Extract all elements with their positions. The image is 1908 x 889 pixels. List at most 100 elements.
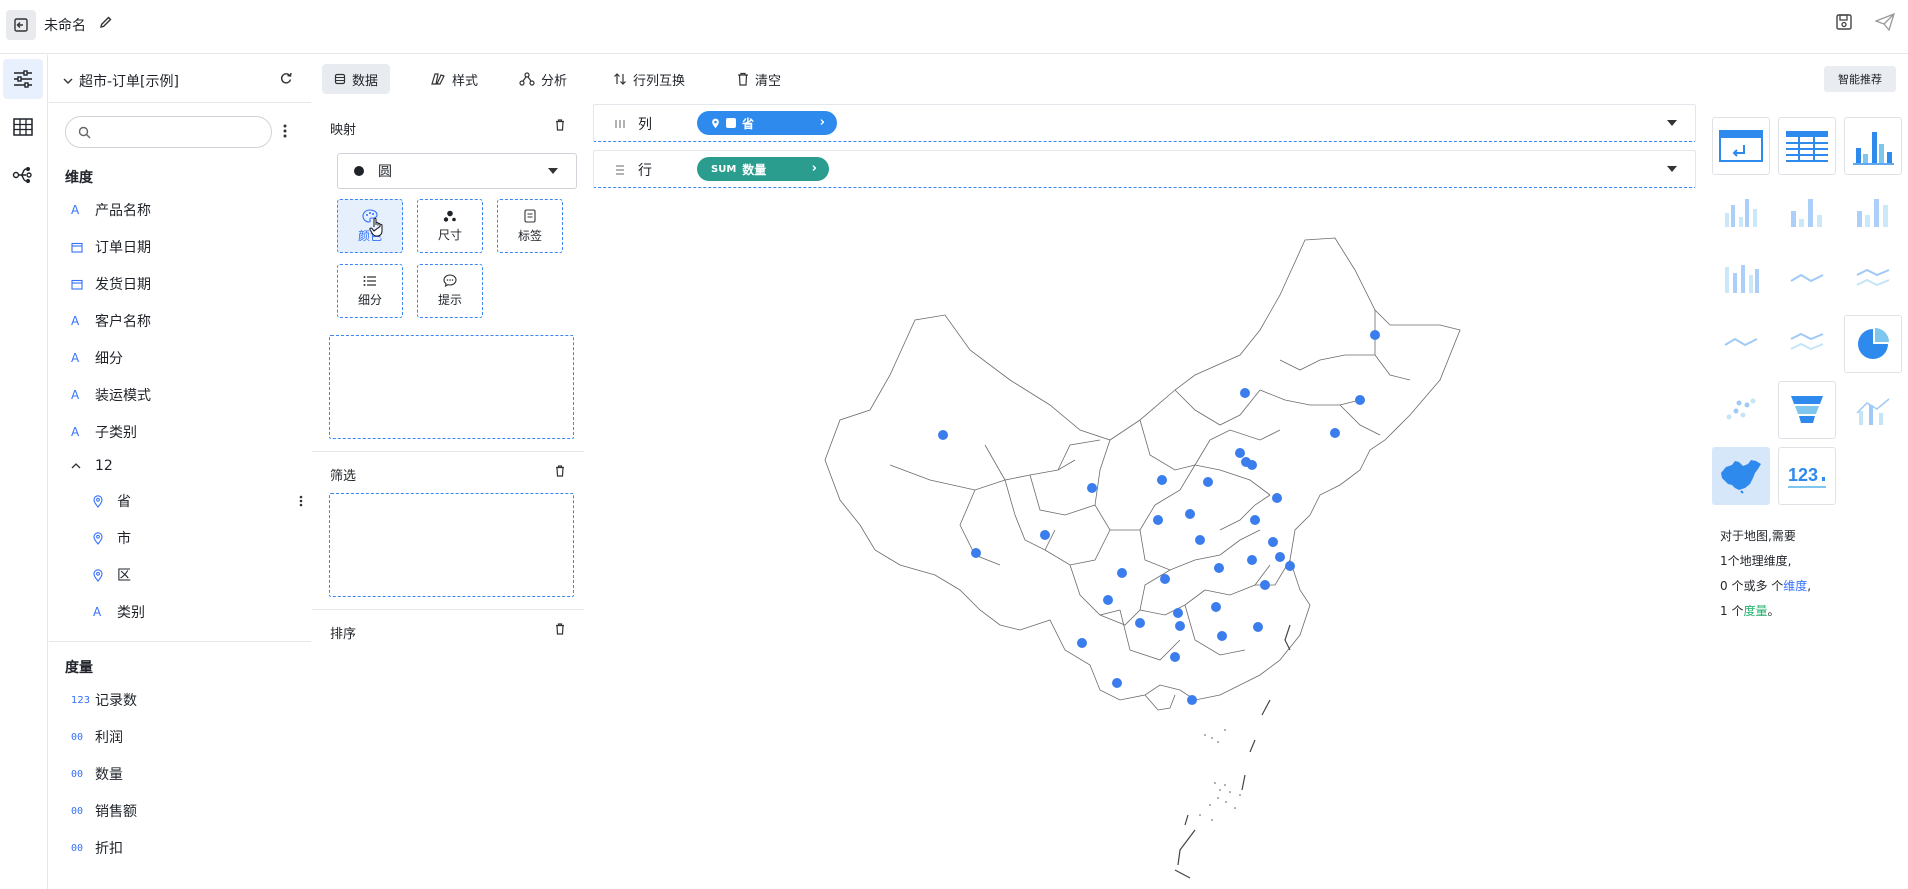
map-point[interactable] (1272, 493, 1282, 503)
swap-rows-columns-button[interactable]: 行列互换 (601, 64, 697, 94)
more-vertical-icon[interactable] (299, 495, 303, 507)
map-point[interactable] (1247, 555, 1257, 565)
mark-tooltip-button[interactable]: 提示 (417, 264, 483, 318)
clear-button[interactable]: 清空 (725, 64, 793, 94)
map-point[interactable] (1170, 652, 1180, 662)
map-point[interactable] (1240, 388, 1250, 398)
chart-type-bar-2[interactable] (1778, 183, 1836, 241)
map-point[interactable] (1275, 552, 1285, 562)
map-point[interactable] (1185, 509, 1195, 519)
mark-type-select[interactable]: 圆 (337, 153, 577, 189)
field-item[interactable]: A 产品名称 (71, 198, 151, 222)
map-point[interactable] (1203, 477, 1213, 487)
map-point[interactable] (1173, 608, 1183, 618)
smart-recommend-button[interactable]: 智能推荐 (1824, 66, 1896, 92)
field-group-12[interactable]: 12 (71, 454, 113, 478)
map-point[interactable] (1285, 561, 1295, 571)
columns-pill-province[interactable]: 省 › (697, 111, 837, 135)
map-point[interactable] (1157, 475, 1167, 485)
trash-icon[interactable] (555, 465, 565, 477)
chart-type-crosstable[interactable] (1712, 117, 1770, 175)
field-item[interactable]: 发货日期 (71, 272, 151, 296)
field-item[interactable]: A 细分 (71, 346, 123, 370)
field-item[interactable]: 00 数量 (71, 762, 123, 786)
publish-icon[interactable] (1875, 13, 1895, 31)
mapping-dropzone[interactable] (329, 335, 574, 439)
map-point[interactable] (1040, 530, 1050, 540)
field-item[interactable]: 123 记录数 (71, 688, 137, 712)
chart-type-area[interactable] (1712, 315, 1770, 373)
rows-shelf[interactable]: 行 SUM 数量 › (593, 150, 1696, 188)
field-item-province[interactable]: 省 (93, 489, 303, 513)
search-input[interactable] (97, 124, 257, 140)
map-point[interactable] (1117, 568, 1127, 578)
map-point[interactable] (1175, 621, 1185, 631)
chart-type-table[interactable] (1778, 117, 1836, 175)
chart-type-stacked-bar[interactable] (1844, 183, 1902, 241)
map-point[interactable] (1187, 695, 1197, 705)
field-item[interactable]: A 装运模式 (71, 383, 151, 407)
map-point[interactable] (938, 430, 948, 440)
map-point[interactable] (1135, 618, 1145, 628)
mark-label-button[interactable]: 标签 (497, 199, 563, 253)
chart-type-multi-line[interactable] (1844, 249, 1902, 307)
field-item[interactable]: 区 (93, 563, 131, 587)
field-item[interactable]: 市 (93, 526, 131, 550)
chart-type-pie[interactable] (1844, 315, 1902, 373)
map-point[interactable] (1160, 574, 1170, 584)
chart-type-bar-line[interactable] (1844, 381, 1902, 439)
map-point[interactable] (1250, 515, 1260, 525)
map-point[interactable] (1268, 537, 1278, 547)
map-point[interactable] (1112, 678, 1122, 688)
tab-analysis[interactable]: 分析 (507, 64, 579, 94)
field-item[interactable]: A 子类别 (71, 420, 137, 444)
map-point[interactable] (1077, 638, 1087, 648)
mark-detail-button[interactable]: 细分 (337, 264, 403, 318)
columns-shelf[interactable]: 列 省 › (593, 104, 1696, 142)
filter-dropzone[interactable] (329, 493, 574, 597)
rail-flow[interactable] (3, 155, 43, 195)
chart-type-percent-bar[interactable] (1712, 249, 1770, 307)
chart-type-bar[interactable] (1844, 117, 1902, 175)
mark-color-button[interactable]: 颜色 (337, 199, 403, 253)
caret-down-icon[interactable] (1667, 166, 1677, 172)
trash-icon[interactable] (555, 119, 565, 131)
map-point[interactable] (1260, 580, 1270, 590)
field-search[interactable] (65, 116, 272, 148)
field-item[interactable]: 00 利润 (71, 725, 123, 749)
tab-style[interactable]: 样式 (418, 64, 490, 94)
caret-down-icon[interactable] (1667, 120, 1677, 126)
rail-edit-chart[interactable] (3, 59, 43, 99)
rail-table[interactable] (3, 107, 43, 147)
map-point[interactable] (1253, 622, 1263, 632)
save-icon[interactable] (1835, 13, 1853, 31)
field-item[interactable]: 00 折扣 (71, 836, 123, 860)
chart-type-line[interactable] (1778, 249, 1836, 307)
map-point[interactable] (1103, 595, 1113, 605)
map-point[interactable] (1195, 535, 1205, 545)
map-point[interactable] (971, 548, 981, 558)
map-point[interactable] (1214, 563, 1224, 573)
map-point[interactable] (1355, 395, 1365, 405)
field-item[interactable]: 订单日期 (71, 235, 151, 259)
map-point[interactable] (1211, 602, 1221, 612)
datasource-selector[interactable]: 超市-订单[示例] (63, 71, 179, 91)
trash-icon[interactable] (555, 623, 565, 635)
back-button[interactable] (6, 10, 36, 40)
chart-type-stacked-area[interactable] (1778, 315, 1836, 373)
field-item[interactable]: A 客户名称 (71, 309, 151, 333)
tab-data[interactable]: 数据 (322, 64, 391, 94)
chart-type-grouped-bar[interactable] (1712, 183, 1770, 241)
field-item[interactable]: 00 销售额 (71, 799, 137, 823)
map-point[interactable] (1153, 515, 1163, 525)
more-vertical-icon[interactable] (283, 124, 287, 138)
map-point[interactable] (1330, 428, 1340, 438)
chart-type-kpi[interactable]: 123 (1778, 447, 1836, 505)
chart-type-map[interactable] (1712, 447, 1770, 505)
edit-icon[interactable] (99, 15, 113, 29)
map-point[interactable] (1370, 330, 1380, 340)
field-item[interactable]: A 类别 (93, 600, 145, 624)
mark-size-button[interactable]: 尺寸 (417, 199, 483, 253)
map-point[interactable] (1247, 460, 1257, 470)
map-point[interactable] (1087, 483, 1097, 493)
